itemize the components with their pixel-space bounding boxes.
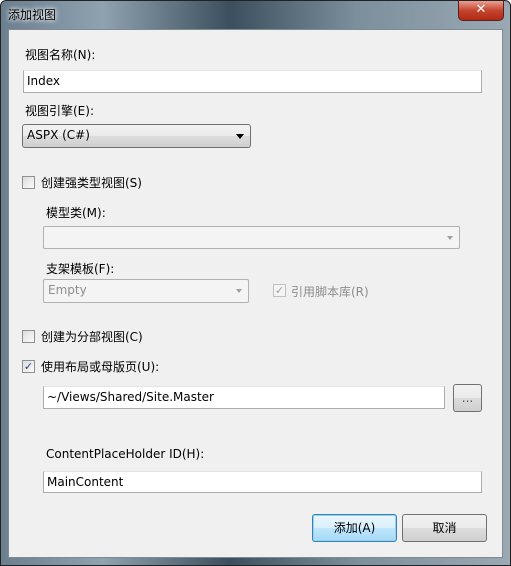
partial-view-label: 创建为分部视图(C): [41, 330, 143, 344]
model-class-combo[interactable]: [43, 226, 460, 249]
layout-path-input[interactable]: ~/Views/Shared/Site.Master: [43, 386, 445, 409]
reference-scripts-label: 引用脚本库(R): [291, 285, 369, 299]
browse-button[interactable]: ...: [453, 384, 482, 412]
reference-scripts-checkbox[interactable]: ✓: [273, 284, 286, 297]
chevron-down-icon: [236, 289, 242, 293]
partial-view-checkbox[interactable]: [22, 330, 35, 343]
use-layout-label: 使用布局或母版页(U):: [41, 360, 160, 374]
close-button[interactable]: ✕: [458, 1, 504, 21]
use-layout-checkbox[interactable]: ✓: [22, 360, 35, 373]
strongly-typed-checkbox[interactable]: [22, 176, 35, 189]
view-name-label: 视图名称(N):: [25, 48, 96, 62]
chevron-down-icon: [236, 134, 244, 139]
checkmark-icon: ✓: [274, 284, 285, 297]
view-engine-select[interactable]: ASPX (C#): [22, 124, 251, 148]
checkmark-icon: ✓: [23, 360, 34, 373]
scaffold-template-label: 支架模板(F):: [46, 262, 115, 276]
view-engine-value: ASPX (C#): [27, 128, 90, 142]
model-class-label: 模型类(M):: [46, 206, 106, 220]
view-name-input[interactable]: Index: [23, 70, 482, 93]
strongly-typed-label: 创建强类型视图(S): [41, 176, 142, 190]
add-button[interactable]: 添加(A): [312, 514, 397, 542]
content-placeholder-input[interactable]: MainContent: [43, 471, 482, 493]
scaffold-template-select[interactable]: Empty: [43, 279, 249, 303]
scaffold-template-value: Empty: [48, 283, 87, 297]
cancel-button[interactable]: 取消: [402, 514, 487, 542]
chevron-down-icon: [447, 236, 453, 240]
view-engine-label: 视图引擎(E):: [25, 104, 94, 118]
close-icon: ✕: [475, 2, 487, 17]
content-placeholder-label: ContentPlaceHolder ID(H):: [46, 447, 205, 461]
window-title: 添加视图: [8, 8, 57, 22]
